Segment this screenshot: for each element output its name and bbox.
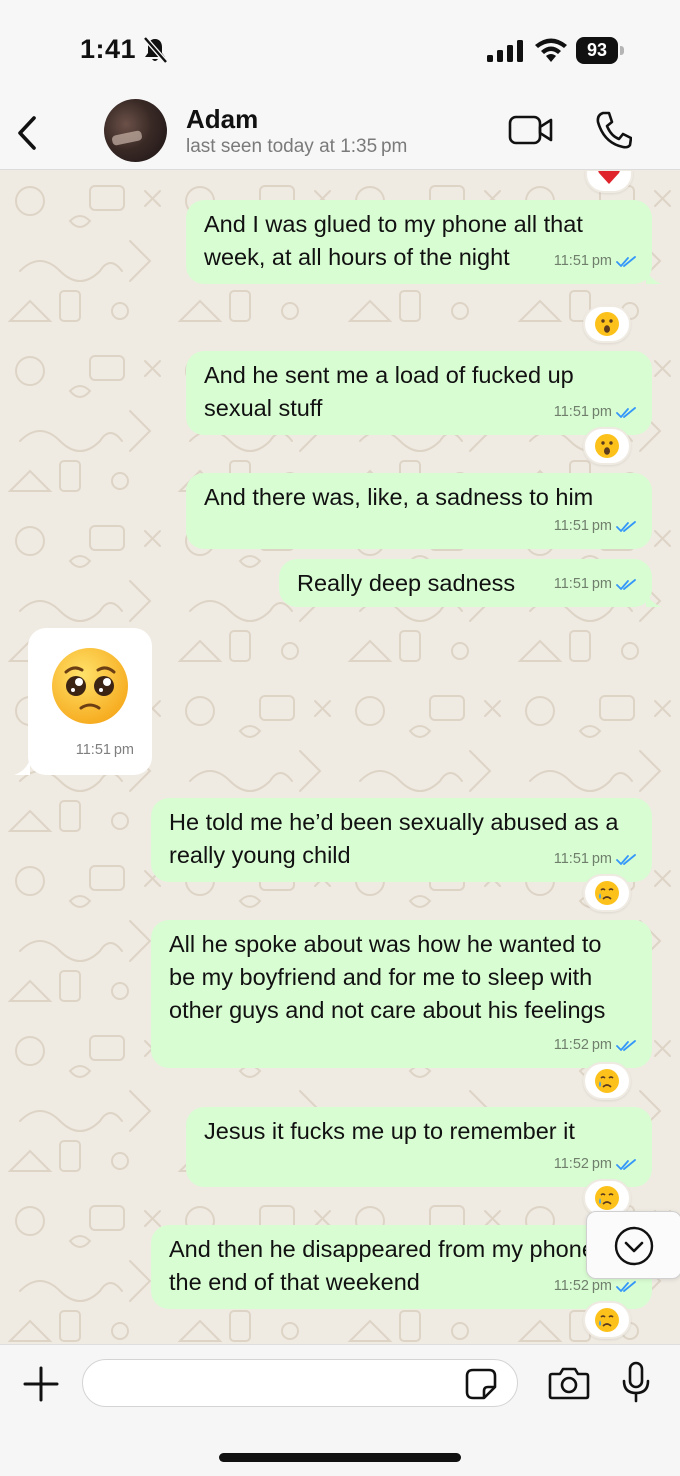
incoming-message[interactable]: 11:51 pm bbox=[28, 628, 152, 775]
bubble-tail bbox=[646, 591, 662, 607]
avatar[interactable] bbox=[104, 99, 167, 162]
outgoing-message[interactable]: And then he disappeared from my phone at… bbox=[151, 1225, 652, 1309]
double-check-icon bbox=[616, 1158, 636, 1170]
crying-face-icon bbox=[595, 1308, 619, 1332]
message-time: 11:51 pm bbox=[553, 518, 612, 534]
battery-cap bbox=[620, 46, 624, 55]
battery-level: 93 bbox=[576, 37, 618, 64]
message-input[interactable] bbox=[82, 1359, 518, 1407]
outgoing-message[interactable]: And I was glued to my phone all that wee… bbox=[186, 200, 652, 284]
message-time: 11:52 pm bbox=[553, 1037, 612, 1053]
bubble-tail bbox=[14, 759, 30, 775]
outgoing-message[interactable]: And he sent me a load of fucked up sexua… bbox=[186, 351, 652, 435]
double-check-icon bbox=[616, 853, 636, 865]
bubble-tail bbox=[646, 268, 662, 284]
chevron-down-circle-icon bbox=[614, 1226, 654, 1266]
message-reaction[interactable] bbox=[583, 427, 631, 465]
wifi-icon bbox=[535, 38, 567, 62]
sticker-icon[interactable] bbox=[464, 1367, 498, 1401]
double-check-icon bbox=[616, 1039, 636, 1051]
outgoing-message[interactable]: And there was, like, a sadness to him 11… bbox=[186, 473, 652, 549]
red-heart-icon bbox=[598, 171, 620, 184]
message-time: 11:51 pm bbox=[553, 404, 612, 420]
message-meta: 11:51 pm bbox=[76, 734, 134, 767]
chat-area[interactable]: And I was glued to my phone all that wee… bbox=[0, 171, 680, 1344]
message-time: 11:52 pm bbox=[553, 1156, 612, 1172]
message-time: 11:51 pm bbox=[553, 253, 612, 269]
outgoing-message[interactable]: He told me he’d been sexually abused as … bbox=[151, 798, 652, 882]
message-meta: 11:52 pm bbox=[554, 1148, 636, 1181]
pleading-face-icon bbox=[52, 648, 128, 724]
message-reaction[interactable] bbox=[583, 305, 631, 343]
bell-slash-icon bbox=[143, 36, 168, 64]
message-time: 11:51 pm bbox=[553, 576, 612, 592]
message-reaction[interactable] bbox=[583, 874, 631, 912]
message-time: 11:51 pm bbox=[75, 742, 134, 758]
message-meta: 11:51 pm bbox=[554, 396, 636, 429]
message-meta: 11:51 pm bbox=[554, 510, 636, 543]
battery-indicator: 93 bbox=[576, 37, 624, 64]
status-time: 1:41 bbox=[80, 34, 137, 64]
last-seen-status: last seen today at 1:35 pm bbox=[186, 136, 408, 157]
hushed-face-icon bbox=[595, 434, 619, 458]
double-check-icon bbox=[616, 578, 636, 590]
input-bar bbox=[0, 1344, 680, 1476]
double-check-icon bbox=[616, 255, 636, 267]
outgoing-message[interactable]: Jesus it fucks me up to remember it 11:5… bbox=[186, 1107, 652, 1187]
microphone-icon[interactable] bbox=[620, 1361, 652, 1403]
crying-face-icon bbox=[595, 1186, 619, 1210]
crying-face-icon bbox=[595, 881, 619, 905]
chat-header: Adam last seen today at 1:35 pm bbox=[0, 99, 680, 170]
chevron-left-icon[interactable] bbox=[10, 110, 46, 156]
plus-icon[interactable] bbox=[22, 1365, 60, 1403]
message-meta: 11:51 pm bbox=[554, 843, 636, 876]
cellular-signal-icon bbox=[487, 40, 523, 62]
scroll-to-bottom-button[interactable] bbox=[586, 1211, 680, 1279]
double-check-icon bbox=[616, 520, 636, 532]
outgoing-message[interactable]: All he spoke about was how he wanted to … bbox=[151, 920, 652, 1068]
message-meta: 11:52 pm bbox=[554, 1029, 636, 1062]
hushed-face-icon bbox=[595, 312, 619, 336]
message-time: 11:51 pm bbox=[553, 851, 612, 867]
message-text: All he spoke about was how he wanted to … bbox=[169, 931, 606, 1023]
phone-icon[interactable] bbox=[594, 110, 632, 150]
home-indicator[interactable] bbox=[219, 1453, 461, 1462]
outgoing-message[interactable]: Really deep sadness 11:51 pm bbox=[279, 559, 652, 607]
double-check-icon bbox=[616, 406, 636, 418]
message-reaction[interactable] bbox=[583, 1301, 631, 1339]
message-meta: 11:51 pm bbox=[554, 245, 636, 278]
status-bar: 1:41 93 bbox=[0, 0, 680, 100]
message-reaction[interactable] bbox=[583, 1062, 631, 1100]
camera-icon[interactable] bbox=[548, 1365, 590, 1401]
crying-face-icon bbox=[595, 1069, 619, 1093]
double-check-icon bbox=[616, 1280, 636, 1292]
contact-name[interactable]: Adam bbox=[186, 104, 258, 135]
video-camera-icon[interactable] bbox=[508, 114, 554, 146]
message-text: Jesus it fucks me up to remember it bbox=[204, 1118, 575, 1144]
message-meta: 11:51 pm bbox=[554, 568, 636, 601]
